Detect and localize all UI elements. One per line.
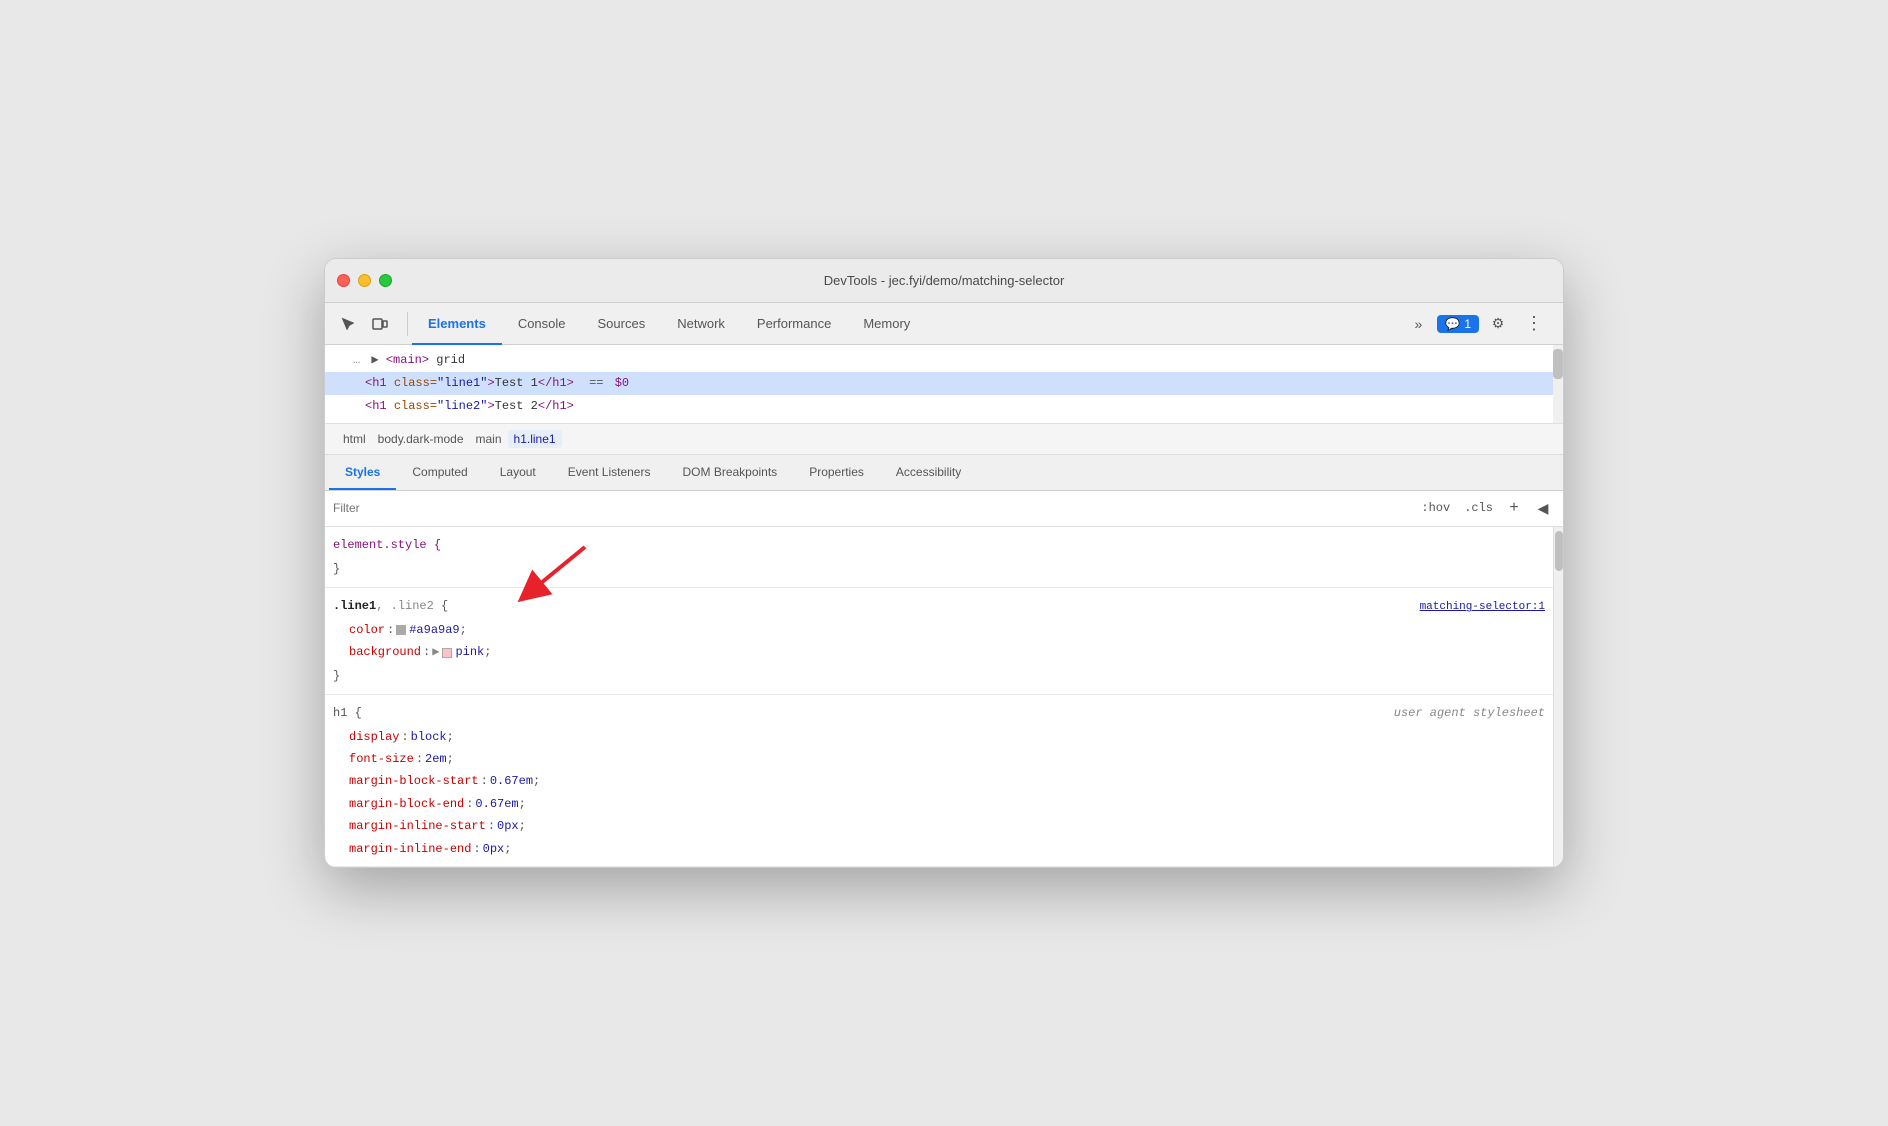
dom-scrollbar[interactable] [1553,345,1563,423]
margin-block-end-property: margin-block-end : 0.67em ; [325,793,1553,815]
expand-arrow[interactable]: ▶ [432,642,439,662]
overflow-menu-icon[interactable]: ⋮ [1517,313,1551,334]
dom-scrollbar-thumb [1553,349,1563,379]
dots-icon[interactable]: … [349,353,364,367]
right-scrollbar[interactable] [1553,527,1563,867]
tab-computed[interactable]: Computed [396,455,483,490]
tab-performance[interactable]: Performance [741,303,847,345]
tab-memory[interactable]: Memory [847,303,926,345]
tab-event-listeners[interactable]: Event Listeners [552,455,667,490]
breadcrumb: html body.dark-mode main h1.line1 [325,424,1563,455]
breadcrumb-h1[interactable]: h1.line1 [508,430,562,448]
tab-sources[interactable]: Sources [582,303,662,345]
dom-line-main[interactable]: … ▶ <main> grid [325,349,1563,372]
add-rule-button[interactable]: + [1503,497,1525,519]
fullscreen-button[interactable] [379,274,392,287]
right-scrollbar-thumb [1555,531,1563,571]
margin-inline-start-property: margin-inline-start : 0px ; [325,815,1553,837]
minimize-button[interactable] [358,274,371,287]
chat-icon: 💬 [1445,317,1460,331]
toolbar-icons [329,309,399,339]
background-property: background : ▶ pink ; [325,641,1553,663]
tab-console[interactable]: Console [502,303,582,345]
margin-block-start-property: margin-block-start : 0.67em ; [325,770,1553,792]
ua-stylesheet-label: user agent stylesheet [1394,703,1545,723]
color-swatch[interactable] [396,625,406,635]
css-rules-wrapper: element.style { } [325,527,1553,867]
tab-accessibility[interactable]: Accessibility [880,455,977,490]
css-rules-area: element.style { } [325,527,1563,867]
styles-panel-tabs: Styles Computed Layout Event Listeners D… [325,455,1563,491]
close-button[interactable] [337,274,350,287]
line1-line2-rule: .line1, .line2 { matching-selector:1 col… [325,588,1553,695]
tab-dom-breakpoints[interactable]: DOM Breakpoints [666,455,793,490]
window-title: DevTools - jec.fyi/demo/matching-selecto… [824,273,1065,288]
line1-line2-selector: .line1, .line2 { matching-selector:1 [325,594,1553,619]
filter-actions: :hov .cls + ◀ [1417,496,1555,520]
main-tabs: Elements Console Sources Network Perform… [412,303,1403,345]
h1-selector: h1 { user agent stylesheet [325,701,1553,725]
dom-line-h1-selected[interactable]: <h1 class="line1">Test 1</h1> == $0 [325,372,1563,395]
cls-button[interactable]: .cls [1460,499,1497,517]
settings-icon[interactable]: ⚙ [1483,309,1513,339]
breadcrumb-main[interactable]: main [470,430,508,448]
element-style-selector: element.style { [325,533,1553,557]
tab-elements[interactable]: Elements [412,303,502,345]
inspect-icon[interactable] [333,309,363,339]
dom-tree: … ▶ <main> grid <h1 class="line1">Test 1… [325,345,1563,424]
filter-input[interactable] [333,501,1417,515]
breadcrumb-html[interactable]: html [337,430,372,448]
css-source-link[interactable]: matching-selector:1 [1420,598,1545,617]
tab-properties[interactable]: Properties [793,455,880,490]
toolbar-right: » 💬 1 ⚙ ⋮ [1403,309,1559,339]
main-toolbar: Elements Console Sources Network Perform… [325,303,1563,345]
chat-badge[interactable]: 💬 1 [1437,315,1479,333]
devtools-window: DevTools - jec.fyi/demo/matching-selecto… [324,258,1564,868]
font-size-property: font-size : 2em ; [325,748,1553,770]
display-property: display : block ; [325,726,1553,748]
background-swatch[interactable] [442,648,452,658]
more-tabs-icon[interactable]: » [1403,309,1433,339]
element-style-close: } [325,557,1553,581]
traffic-lights [337,274,392,287]
device-toggle-icon[interactable] [365,309,395,339]
h1-rule: h1 { user agent stylesheet display : blo… [325,695,1553,867]
line1-line2-close: } [325,664,1553,688]
toggle-sidebar-button[interactable]: ◀ [1531,496,1555,520]
element-style-rule: element.style { } [325,527,1553,589]
hov-button[interactable]: :hov [1417,499,1454,517]
dom-line-h1-2[interactable]: <h1 class="line2">Test 2</h1> [325,395,1563,418]
tab-layout[interactable]: Layout [484,455,552,490]
margin-inline-end-property: margin-inline-end : 0px ; [325,838,1553,860]
tab-network[interactable]: Network [661,303,741,345]
filter-bar: :hov .cls + ◀ [325,491,1563,527]
css-rules: element.style { } [325,527,1553,867]
tab-styles[interactable]: Styles [329,455,396,490]
titlebar: DevTools - jec.fyi/demo/matching-selecto… [325,259,1563,303]
toolbar-separator [407,312,408,336]
color-property: color : #a9a9a9 ; [325,619,1553,641]
breadcrumb-body[interactable]: body.dark-mode [372,430,470,448]
